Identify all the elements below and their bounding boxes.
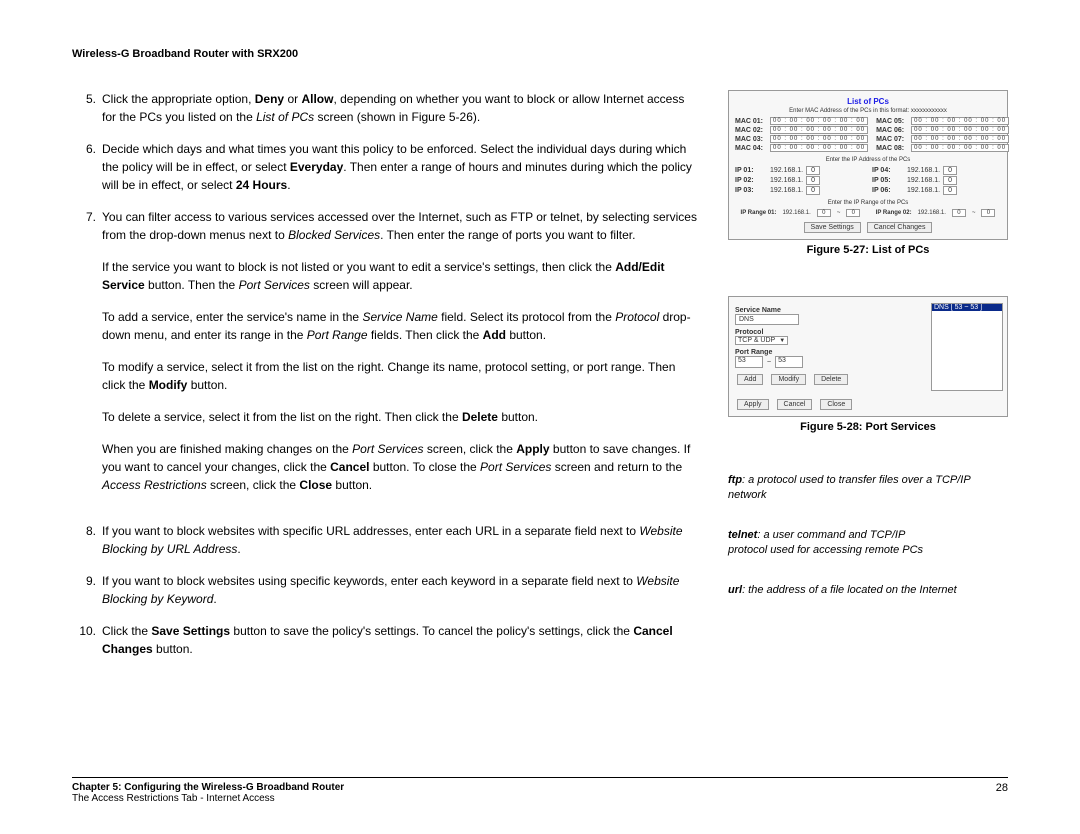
ip-input[interactable]: 0 <box>806 166 820 175</box>
mac-input[interactable]: 00 : 00 : 00 : 00 : 00 : 00 <box>911 135 1009 143</box>
protocol-select[interactable]: TCP & UDP▼ <box>735 336 788 345</box>
cancel-button[interactable]: Cancel <box>777 399 813 410</box>
ip-input[interactable]: 0 <box>943 176 957 185</box>
step-5: 5. Click the appropriate option, Deny or… <box>72 90 698 126</box>
mac-row: MAC 03:00 : 00 : 00 : 00 : 00 : 00 <box>735 135 868 143</box>
chevron-down-icon: ▼ <box>779 338 785 344</box>
ip-range-from[interactable]: 0 <box>952 209 966 217</box>
ip-input[interactable]: 0 <box>943 166 957 175</box>
apply-button[interactable]: Apply <box>737 399 769 410</box>
dialog-title: List of PCs <box>735 97 1001 106</box>
ip-range-heading: Enter the IP Range of the PCs <box>735 200 1001 206</box>
step-10: 10. Click the Save Settings button to sa… <box>72 622 698 658</box>
ip-row: IP 02:192.168.1.0 <box>735 176 864 185</box>
ip-input[interactable]: 0 <box>943 186 957 195</box>
page-number: 28 <box>996 782 1008 794</box>
service-name-input[interactable]: DNS <box>735 314 799 325</box>
list-item-selected[interactable]: DNS [ 53 ~ 53 ] <box>932 304 1002 311</box>
service-listbox[interactable]: DNS [ 53 ~ 53 ] <box>931 303 1003 391</box>
glossary-ftp: ftp: a protocol used to transfer files o… <box>728 473 1008 504</box>
mac-heading: Enter MAC Address of the PCs in this for… <box>735 108 1001 114</box>
step-number: 6. <box>72 140 102 194</box>
mac-input[interactable]: 00 : 00 : 00 : 00 : 00 : 00 <box>911 117 1009 125</box>
step-number: 7. <box>72 208 102 508</box>
step-8: 8. If you want to block websites with sp… <box>72 522 698 558</box>
service-name-label: Service Name <box>735 307 925 314</box>
mac-input[interactable]: 00 : 00 : 00 : 00 : 00 : 00 <box>911 144 1009 152</box>
step-9: 9. If you want to block websites using s… <box>72 572 698 608</box>
port-range-label: Port Range <box>735 349 925 356</box>
figure-caption: Figure 5-28: Port Services <box>728 421 1008 433</box>
step-6: 6. Decide which days and what times you … <box>72 140 698 194</box>
protocol-label: Protocol <box>735 329 925 336</box>
footer-section: The Access Restrictions Tab - Internet A… <box>72 793 344 804</box>
step-number: 10. <box>72 622 102 658</box>
add-button[interactable]: Add <box>737 374 763 385</box>
mac-row: MAC 04:00 : 00 : 00 : 00 : 00 : 00 <box>735 144 868 152</box>
ip-row: IP 03:192.168.1.0 <box>735 186 864 195</box>
step-number: 8. <box>72 522 102 558</box>
mac-input[interactable]: 00 : 00 : 00 : 00 : 00 : 00 <box>770 135 868 143</box>
port-from-input[interactable]: 53 <box>735 356 763 368</box>
ip-input[interactable]: 0 <box>806 176 820 185</box>
figure-list-of-pcs: List of PCs Enter MAC Address of the PCs… <box>728 90 1008 240</box>
ip-heading: Enter the IP Address of the PCs <box>735 157 1001 163</box>
main-content: 5. Click the appropriate option, Deny or… <box>72 90 698 672</box>
step-number: 9. <box>72 572 102 608</box>
ip-row: IP 06:192.168.1.0 <box>872 186 1001 195</box>
modify-button[interactable]: Modify <box>771 374 806 385</box>
close-button[interactable]: Close <box>820 399 852 410</box>
cancel-changes-button[interactable]: Cancel Changes <box>867 222 933 233</box>
page-footer: Chapter 5: Configuring the Wireless-G Br… <box>72 777 1008 804</box>
figure-port-services: Service Name DNS Protocol TCP & UDP▼ Por… <box>728 296 1008 417</box>
ip-row: IP 01:192.168.1.0 <box>735 166 864 175</box>
ip-range-from[interactable]: 0 <box>817 209 831 217</box>
mac-row: MAC 06:00 : 00 : 00 : 00 : 00 : 00 <box>876 126 1009 134</box>
ip-row: IP 04:192.168.1.0 <box>872 166 1001 175</box>
footer-chapter: Chapter 5: Configuring the Wireless-G Br… <box>72 782 344 793</box>
ip-range-to[interactable]: 0 <box>846 209 860 217</box>
figure-caption: Figure 5-27: List of PCs <box>728 244 1008 256</box>
mac-row: MAC 01:00 : 00 : 00 : 00 : 00 : 00 <box>735 117 868 125</box>
mac-input[interactable]: 00 : 00 : 00 : 00 : 00 : 00 <box>770 144 868 152</box>
ip-input[interactable]: 0 <box>806 186 820 195</box>
header-title: Wireless-G Broadband Router with SRX200 <box>72 48 1008 60</box>
mac-row: MAC 02:00 : 00 : 00 : 00 : 00 : 00 <box>735 126 868 134</box>
delete-button[interactable]: Delete <box>814 374 848 385</box>
port-to-input[interactable]: 53 <box>775 356 803 368</box>
mac-input[interactable]: 00 : 00 : 00 : 00 : 00 : 00 <box>770 126 868 134</box>
step-7: 7. You can filter access to various serv… <box>72 208 698 508</box>
step-number: 5. <box>72 90 102 126</box>
mac-row: MAC 05:00 : 00 : 00 : 00 : 00 : 00 <box>876 117 1009 125</box>
mac-row: MAC 08:00 : 00 : 00 : 00 : 00 : 00 <box>876 144 1009 152</box>
ip-range-to[interactable]: 0 <box>981 209 995 217</box>
glossary-telnet: telnet: a user command and TCP/IP protoc… <box>728 528 1008 559</box>
mac-input[interactable]: 00 : 00 : 00 : 00 : 00 : 00 <box>770 117 868 125</box>
glossary-url: url: the address of a file located on th… <box>728 583 1008 598</box>
mac-row: MAC 07:00 : 00 : 00 : 00 : 00 : 00 <box>876 135 1009 143</box>
save-settings-button[interactable]: Save Settings <box>804 222 861 233</box>
mac-input[interactable]: 00 : 00 : 00 : 00 : 00 : 00 <box>911 126 1009 134</box>
ip-row: IP 05:192.168.1.0 <box>872 176 1001 185</box>
